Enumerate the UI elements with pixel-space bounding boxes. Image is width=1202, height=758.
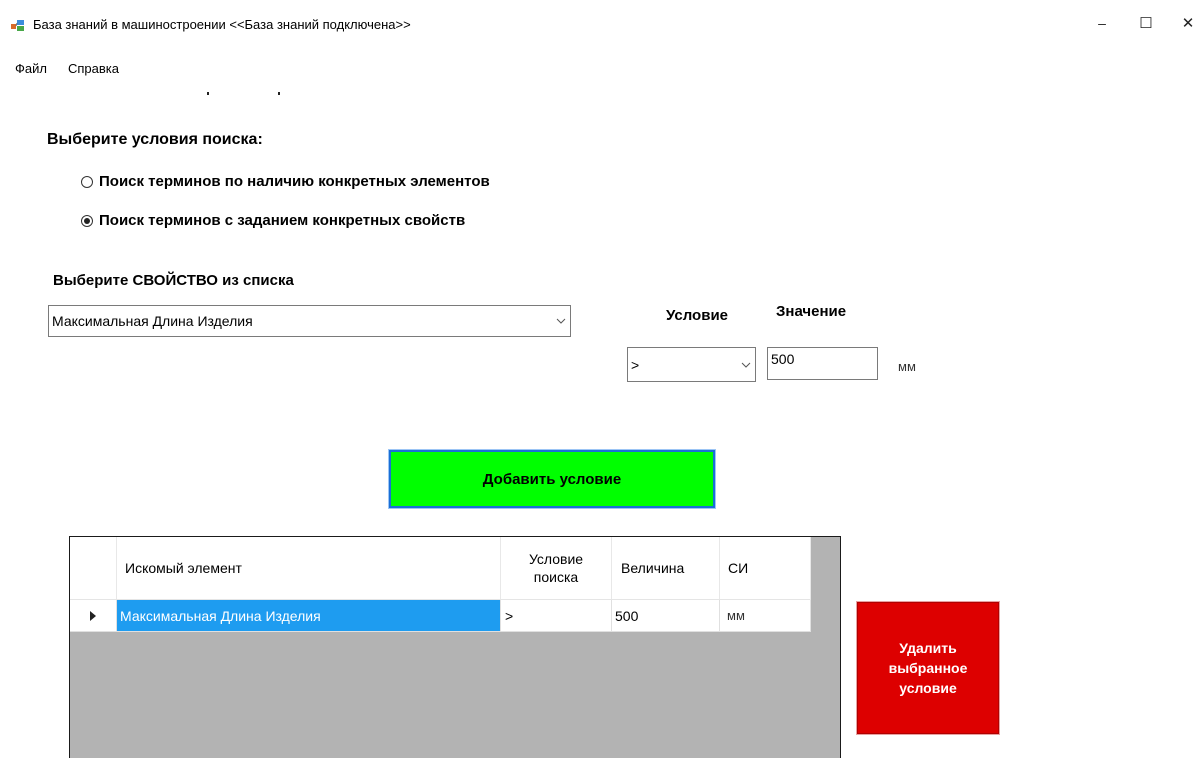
- grid-header: Искомый элемент Условие поиска Величина …: [70, 537, 811, 599]
- cell-element[interactable]: Максимальная Длина Изделия: [117, 600, 501, 632]
- conditions-grid[interactable]: Искомый элемент Условие поиска Величина …: [69, 536, 841, 758]
- column-header-value[interactable]: Величина: [612, 537, 720, 599]
- unit-label: мм: [898, 359, 916, 374]
- delete-button-line: условие: [899, 680, 957, 696]
- add-condition-button[interactable]: Добавить условие: [388, 449, 716, 509]
- maximize-icon: ☐: [1139, 15, 1153, 32]
- property-label: Выберите СВОЙСТВО из списка: [53, 272, 294, 289]
- menu-help[interactable]: Справка: [68, 61, 119, 76]
- value-input[interactable]: 500: [767, 347, 878, 380]
- table-row[interactable]: Максимальная Длина Изделия > 500 мм: [70, 599, 811, 632]
- maximize-button[interactable]: ☐: [1124, 8, 1168, 38]
- property-select-value: Максимальная Длина Изделия: [52, 313, 253, 329]
- cell-unit[interactable]: мм: [720, 600, 811, 632]
- radio-option-elements[interactable]: Поиск терминов по наличию конкретных эле…: [81, 173, 490, 190]
- radio-label: Поиск терминов с заданием конкретных сво…: [99, 212, 466, 229]
- column-header-line: Условие: [528, 551, 584, 567]
- chevron-down-icon[interactable]: [737, 362, 755, 368]
- radio-label: Поиск терминов по наличию конкретных эле…: [99, 173, 490, 190]
- row-header-corner: [70, 537, 117, 599]
- cell-value[interactable]: 500: [612, 600, 720, 632]
- clipped-text-fragment: [207, 92, 209, 95]
- delete-button-line: Удалить: [899, 640, 957, 656]
- window-title: База знаний в машиностроении <<База знан…: [33, 17, 411, 32]
- menu-file[interactable]: Файл: [15, 61, 47, 76]
- current-row-arrow-icon: [90, 610, 96, 621]
- column-header-element[interactable]: Искомый элемент: [117, 537, 501, 599]
- search-conditions-heading: Выберите условия поиска:: [47, 131, 263, 148]
- minimize-icon: –: [1098, 15, 1106, 31]
- close-icon: ✕: [1181, 15, 1195, 32]
- radio-unchecked-icon[interactable]: [81, 175, 93, 188]
- value-label: Значение: [776, 303, 847, 320]
- condition-select[interactable]: >: [627, 347, 756, 382]
- radio-checked-icon[interactable]: [81, 214, 93, 227]
- column-header-line: поиска: [533, 569, 579, 585]
- cell-condition[interactable]: >: [501, 600, 612, 632]
- column-header-condition[interactable]: Условие поиска: [501, 537, 612, 599]
- property-select[interactable]: Максимальная Длина Изделия: [48, 305, 571, 337]
- delete-condition-button[interactable]: Удалить выбранное условие: [856, 601, 1000, 735]
- clipped-text-fragment: [278, 92, 280, 95]
- minimize-button[interactable]: –: [1080, 8, 1124, 38]
- delete-button-line: выбранное: [888, 660, 968, 676]
- radio-option-properties[interactable]: Поиск терминов с заданием конкретных сво…: [81, 212, 465, 229]
- condition-select-value: >: [631, 356, 640, 373]
- chevron-down-icon[interactable]: [552, 318, 570, 324]
- condition-label: Условие: [666, 307, 729, 324]
- column-header-unit[interactable]: СИ: [720, 537, 811, 599]
- app-icon: [11, 20, 24, 31]
- close-button[interactable]: ✕: [1166, 8, 1202, 38]
- row-selector[interactable]: [70, 600, 117, 632]
